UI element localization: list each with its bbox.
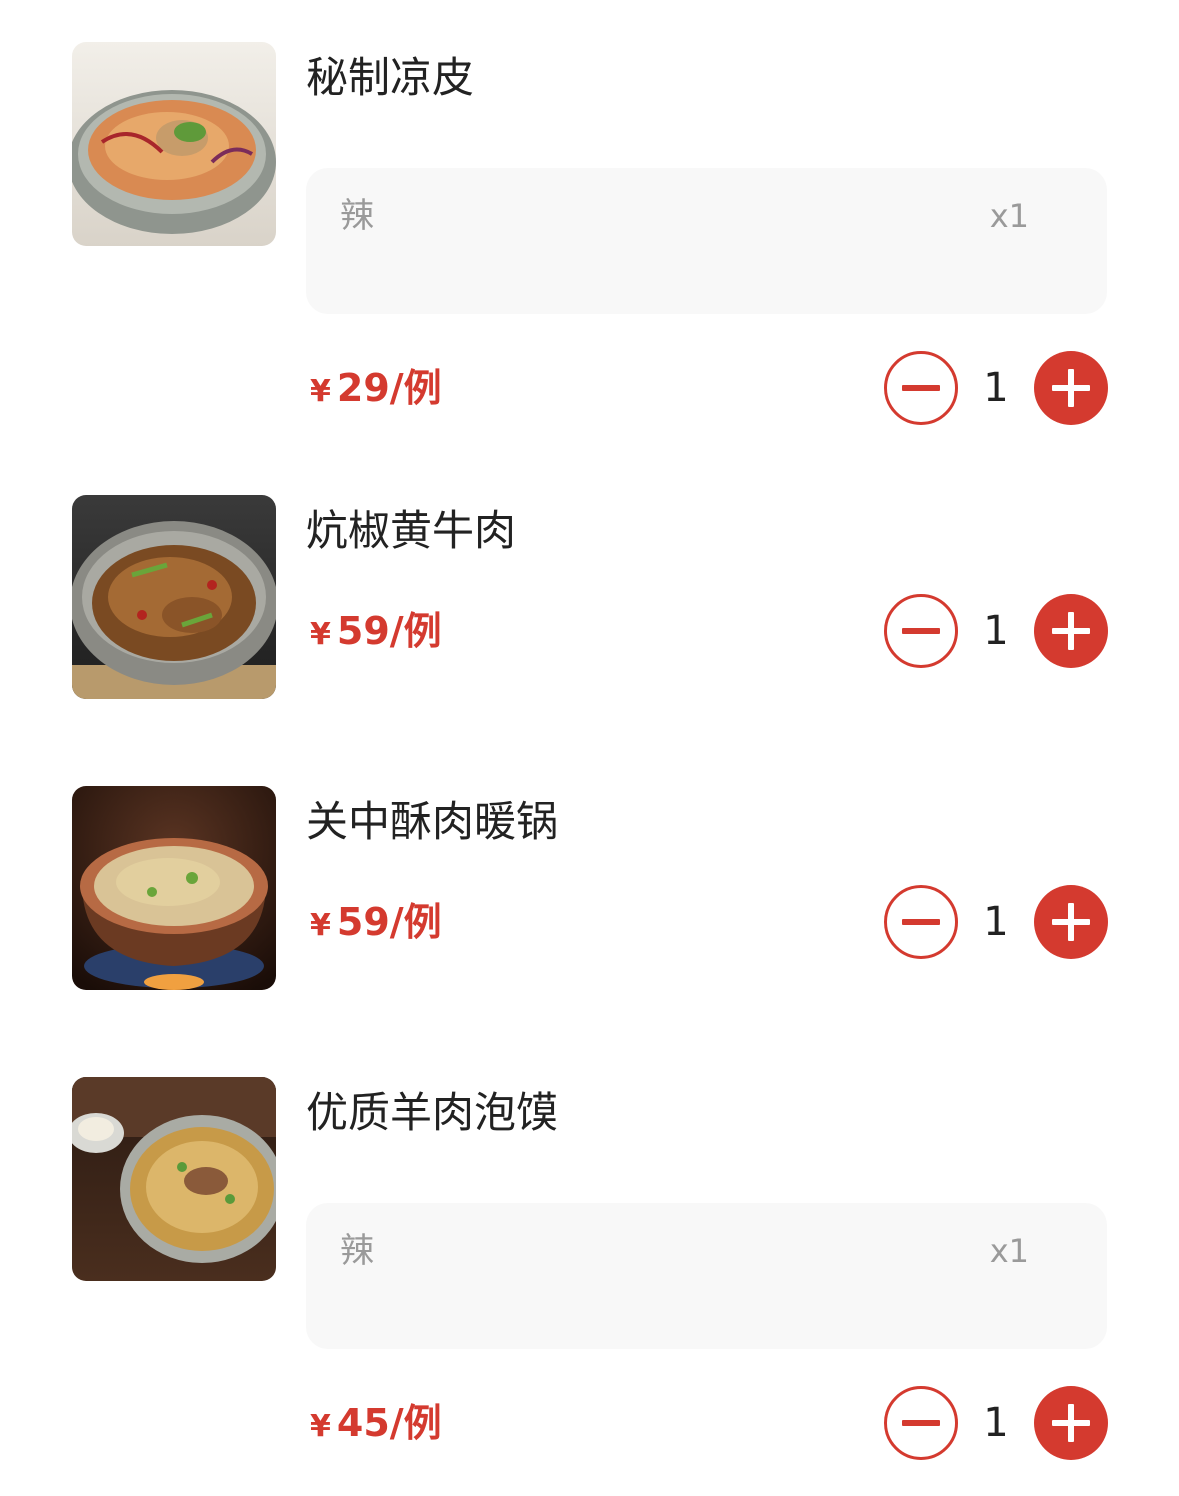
minus-icon <box>902 1420 940 1426</box>
dish-price: ¥29/例 <box>310 364 442 416</box>
currency-symbol: ¥ <box>310 374 331 409</box>
minus-icon <box>902 919 940 925</box>
chili-beef-dish-image <box>72 495 276 699</box>
quantity-stepper: 1 <box>884 1386 1108 1460</box>
minus-icon <box>902 385 940 391</box>
currency-symbol: ¥ <box>310 908 331 943</box>
decrease-quantity-button[interactable] <box>884 594 958 668</box>
quantity-value: 1 <box>983 1400 1009 1446</box>
currency-symbol: ¥ <box>310 1409 331 1444</box>
quantity-stepper: 1 <box>884 351 1108 425</box>
plus-icon <box>1052 1404 1090 1442</box>
price-value: 59/例 <box>336 900 442 944</box>
spice-option-box[interactable]: 辣 x1 <box>306 168 1107 314</box>
option-label: 辣 <box>340 1231 374 1271</box>
quantity-value: 1 <box>983 899 1009 945</box>
increase-quantity-button[interactable] <box>1034 885 1108 959</box>
price-value: 45/例 <box>336 1401 442 1445</box>
quantity-stepper: 1 <box>884 594 1108 668</box>
minus-icon <box>902 628 940 634</box>
option-count: x1 <box>989 197 1029 235</box>
cold-noodles-dish-image <box>72 42 276 246</box>
quantity-stepper: 1 <box>884 885 1108 959</box>
plus-icon <box>1052 612 1090 650</box>
pork-hotpot-dish-image <box>72 786 276 990</box>
decrease-quantity-button[interactable] <box>884 1386 958 1460</box>
option-label: 辣 <box>340 196 374 236</box>
price-value: 29/例 <box>336 366 442 410</box>
quantity-value: 1 <box>983 608 1009 654</box>
increase-quantity-button[interactable] <box>1034 1386 1108 1460</box>
increase-quantity-button[interactable] <box>1034 594 1108 668</box>
mutton-soup-dish-image <box>72 1077 276 1281</box>
dish-name: 优质羊肉泡馍 <box>306 1088 559 1137</box>
currency-symbol: ¥ <box>310 617 331 652</box>
dish-price: ¥45/例 <box>310 1399 442 1451</box>
increase-quantity-button[interactable] <box>1034 351 1108 425</box>
option-count: x1 <box>989 1232 1029 1270</box>
dish-name: 关中酥肉暖锅 <box>306 797 559 846</box>
decrease-quantity-button[interactable] <box>884 351 958 425</box>
decrease-quantity-button[interactable] <box>884 885 958 959</box>
plus-icon <box>1052 369 1090 407</box>
dish-price: ¥59/例 <box>310 898 442 950</box>
price-value: 59/例 <box>336 609 442 653</box>
plus-icon <box>1052 903 1090 941</box>
dish-price: ¥59/例 <box>310 607 442 659</box>
quantity-value: 1 <box>983 365 1009 411</box>
spice-option-box[interactable]: 辣 x1 <box>306 1203 1107 1349</box>
dish-name: 炕椒黄牛肉 <box>306 506 517 555</box>
dish-name: 秘制凉皮 <box>306 53 475 102</box>
